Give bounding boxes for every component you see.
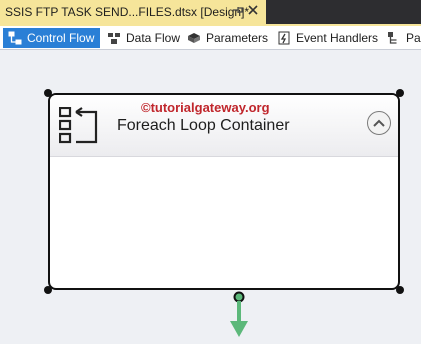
design-canvas[interactable]: Foreach Loop Container ©tutorialgateway.… (0, 50, 421, 339)
tab-label: Data Flow (126, 31, 181, 45)
document-tab-title: SSIS FTP TASK SEND...FILES.dtsx [Design]… (5, 5, 250, 19)
tab-label: Event Handlers (296, 31, 379, 45)
tab-event-handlers[interactable]: Event Handlers (277, 28, 378, 48)
document-tab-strip: SSIS FTP TASK SEND...FILES.dtsx [Design]… (0, 0, 421, 24)
tab-label: Parameters (206, 31, 269, 45)
tab-parameters[interactable]: Parameters (187, 28, 268, 48)
resize-handle-top-left[interactable] (44, 89, 52, 97)
container-body[interactable] (50, 156, 398, 288)
resize-handle-bottom-right[interactable] (396, 286, 404, 294)
package-explorer-icon (387, 31, 401, 45)
tab-data-flow[interactable]: Data Flow (107, 28, 180, 48)
foreach-loop-icon (58, 106, 99, 150)
resize-handle-top-right[interactable] (396, 89, 404, 97)
pin-icon[interactable] (232, 5, 244, 18)
chevron-up-icon[interactable] (367, 111, 391, 135)
document-tab[interactable]: SSIS FTP TASK SEND...FILES.dtsx [Design]… (0, 0, 266, 24)
parameters-icon (187, 31, 201, 45)
designer-tab-bar: Control Flow Data Flow Parameters Event … (0, 26, 421, 50)
precedence-arrow-icon[interactable] (228, 290, 250, 344)
watermark-text: ©tutorialgateway.org (141, 100, 270, 115)
foreach-loop-container[interactable]: Foreach Loop Container (48, 93, 400, 290)
close-icon[interactable] (248, 3, 258, 18)
event-handlers-icon (277, 31, 291, 45)
tab-label: Pac (406, 31, 421, 45)
control-flow-icon (8, 31, 22, 45)
tab-label: Control Flow (27, 31, 95, 45)
tab-package-explorer[interactable]: Pac (387, 28, 421, 48)
tab-control-flow[interactable]: Control Flow (3, 28, 101, 48)
data-flow-icon (107, 31, 121, 45)
resize-handle-bottom-left[interactable] (44, 286, 52, 294)
container-title: Foreach Loop Container (117, 117, 290, 134)
